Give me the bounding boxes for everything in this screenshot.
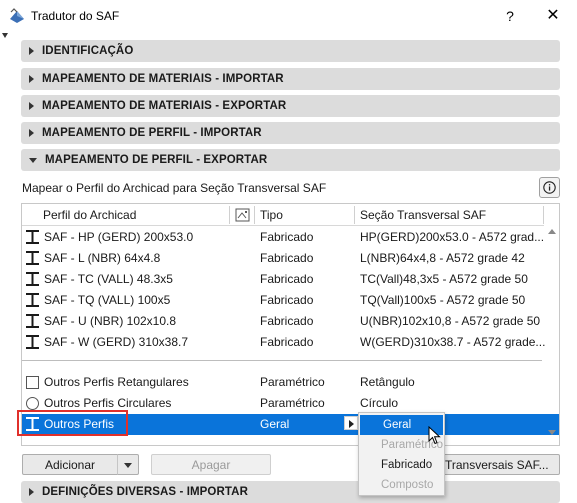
- row-section: U(NBR)102x10,8 - A572 grade 50: [360, 314, 541, 328]
- row-profile: Outros Perfis Retangulares: [44, 375, 189, 389]
- column-separator: [354, 206, 355, 224]
- delete-button[interactable]: Apagar: [151, 454, 271, 475]
- row-profile: SAF - U (NBR) 102x10.8: [44, 314, 177, 328]
- table-row[interactable]: SAF - TQ (VALL) 100x5 Fabricado TQ(Vall)…: [22, 290, 559, 311]
- row-section: Círculo: [360, 396, 399, 410]
- table-row-other-rectangular[interactable]: Outros Perfis Retangulares Paramétrico R…: [22, 372, 559, 393]
- row-type: Fabricado: [260, 335, 314, 349]
- chevron-right-icon: [29, 102, 34, 110]
- row-profile: Outros Perfis Circulares: [44, 396, 172, 410]
- row-profile: SAF - L (NBR) 64x4.8: [44, 251, 161, 265]
- row-section: HP(GERD)200x53.0 - A572 grad...: [360, 230, 545, 244]
- window-title: Tradutor do SAF: [31, 9, 120, 23]
- section-label: MAPEAMENTO DE MATERIAIS - IMPORTAR: [42, 73, 284, 85]
- section-perfil-importar[interactable]: MAPEAMENTO DE PERFIL - IMPORTAR: [21, 122, 560, 144]
- info-button[interactable]: [539, 177, 560, 198]
- rectangle-profile-icon: [26, 376, 39, 389]
- mouse-cursor-icon: [428, 426, 441, 445]
- title-bar: Tradutor do SAF ? ✕: [0, 0, 577, 32]
- row-type[interactable]: Geral: [260, 417, 289, 431]
- dropdown-marker-icon: [2, 33, 8, 38]
- sections-button[interactable]: Transversais SAF...: [432, 454, 560, 475]
- section-label: DEFINIÇÕES DIVERSAS - IMPORTAR: [42, 486, 248, 498]
- info-icon: [543, 181, 556, 194]
- ibeam-profile-icon: [26, 230, 39, 244]
- chevron-right-icon: [29, 129, 34, 137]
- row-type: Fabricado: [260, 230, 314, 244]
- table-row[interactable]: SAF - W (GERD) 310x38.7 Fabricado W(GERD…: [22, 332, 559, 353]
- row-profile: SAF - HP (GERD) 200x53.0: [44, 230, 194, 244]
- row-type: Fabricado: [260, 293, 314, 307]
- table-row[interactable]: SAF - TC (VALL) 48.3x5 Fabricado TC(Vall…: [22, 269, 559, 290]
- row-section: TC(Vall)48,3x5 - A572 grade 50: [360, 272, 528, 286]
- close-button[interactable]: ✕: [538, 3, 568, 29]
- row-type: Fabricado: [260, 314, 314, 328]
- section-label: MAPEAMENTO DE PERFIL - EXPORTAR: [45, 154, 268, 166]
- row-section: Retângulo: [360, 375, 415, 389]
- chevron-right-icon: [29, 488, 34, 496]
- row-profile: SAF - TQ (VALL) 100x5: [44, 293, 171, 307]
- chevron-down-icon: [29, 157, 37, 163]
- section-definicoes-importar[interactable]: DEFINIÇÕES DIVERSAS - IMPORTAR: [21, 481, 560, 503]
- add-button[interactable]: Adicionar: [22, 454, 118, 475]
- column-header-profile[interactable]: Perfil do Archicad: [43, 208, 136, 222]
- row-type: Paramétrico: [260, 396, 325, 410]
- row-section: L(NBR)64x4,8 - A572 grade 42: [360, 251, 525, 265]
- menu-item-fabricado[interactable]: Fabricado: [360, 455, 443, 475]
- circle-profile-icon: [26, 397, 39, 410]
- profile-preview-icon[interactable]: [235, 208, 250, 222]
- column-separator: [543, 206, 544, 224]
- section-materiais-exportar[interactable]: MAPEAMENTO DE MATERIAIS - EXPORTAR: [21, 95, 560, 117]
- table-row[interactable]: SAF - U (NBR) 102x10.8 Fabricado U(NBR)1…: [22, 311, 559, 332]
- help-button[interactable]: ?: [498, 3, 522, 29]
- row-profile: SAF - TC (VALL) 48.3x5: [44, 272, 173, 286]
- section-label: IDENTIFICAÇÃO: [42, 45, 134, 57]
- table-divider: [22, 360, 542, 361]
- app-icon: [10, 8, 24, 23]
- section-label: MAPEAMENTO DE MATERIAIS - EXPORTAR: [42, 100, 287, 112]
- type-popup-menu: Geral Paramétrico Fabricado Composto: [358, 412, 445, 496]
- highlight-frame: [17, 410, 128, 436]
- section-perfil-exportar[interactable]: MAPEAMENTO DE PERFIL - EXPORTAR: [21, 149, 560, 171]
- section-materiais-importar[interactable]: MAPEAMENTO DE MATERIAIS - IMPORTAR: [21, 68, 560, 90]
- column-header-section[interactable]: Seção Transversal SAF: [360, 208, 486, 222]
- row-section: TQ(Vall)100x5 - A572 grade 50: [360, 293, 526, 307]
- ibeam-profile-icon: [26, 251, 39, 265]
- add-dropdown-button[interactable]: [117, 454, 139, 475]
- chevron-right-icon: [29, 47, 34, 55]
- ibeam-profile-icon: [26, 293, 39, 307]
- ibeam-profile-icon: [26, 335, 39, 349]
- row-profile: SAF - W (GERD) 310x38.7: [44, 335, 189, 349]
- table-row[interactable]: SAF - L (NBR) 64x4.8 Fabricado L(NBR)64x…: [22, 248, 559, 269]
- ibeam-profile-icon: [26, 272, 39, 286]
- table-header: Perfil do Archicad Tipo Seção Transversa…: [22, 204, 544, 226]
- section-identificacao[interactable]: IDENTIFICAÇÃO: [21, 40, 560, 62]
- chevron-right-icon: [29, 75, 34, 83]
- column-separator: [254, 206, 255, 224]
- row-type: Paramétrico: [260, 375, 325, 389]
- row-type: Fabricado: [260, 272, 314, 286]
- scroll-down-icon[interactable]: [548, 430, 556, 435]
- column-separator: [229, 206, 230, 224]
- panel-description: Mapear o Perfil do Archicad para Seção T…: [22, 181, 327, 195]
- row-section: W(GERD)310x38.7 - A572 grade...: [360, 335, 546, 349]
- row-type: Fabricado: [260, 251, 314, 265]
- type-dropdown-arrow-icon[interactable]: [344, 416, 358, 430]
- ibeam-profile-icon: [26, 314, 39, 328]
- menu-item-composto[interactable]: Composto: [360, 475, 443, 495]
- column-header-type[interactable]: Tipo: [260, 208, 283, 222]
- section-label: MAPEAMENTO DE PERFIL - IMPORTAR: [42, 127, 262, 139]
- table-row[interactable]: SAF - HP (GERD) 200x53.0 Fabricado HP(GE…: [22, 227, 559, 248]
